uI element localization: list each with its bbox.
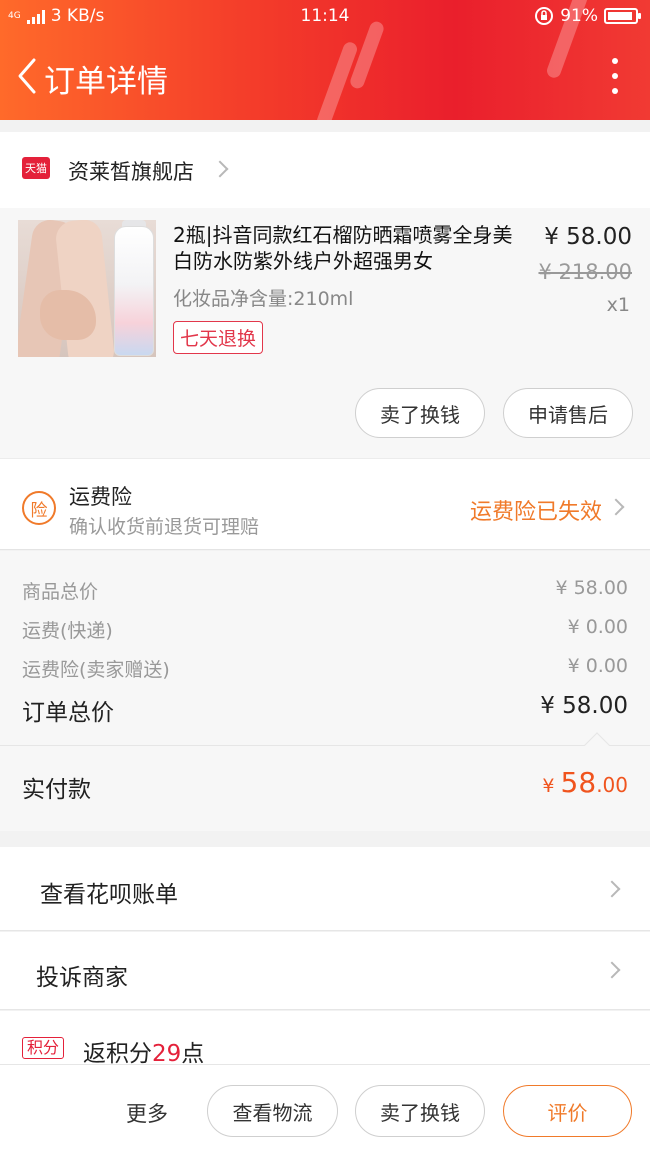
summary-row-shipping: 运费(快递) ¥ 0.00: [22, 616, 628, 643]
shipping-insurance-row[interactable]: 险 运费险 确认收货前退货可理赔 运费险已失效: [0, 458, 650, 550]
status-bar: 4G 3 KB/s 11:14 91%: [0, 0, 650, 34]
product-image[interactable]: [18, 220, 156, 357]
summary-value: ¥ 58.00: [555, 577, 628, 599]
app-header: 4G 3 KB/s 11:14 91% 订单详情: [0, 0, 650, 120]
view-huabei-bill-row[interactable]: 查看花呗账单: [0, 847, 650, 931]
paid-currency: ¥: [542, 775, 561, 797]
return-policy-badge: 七天退换: [173, 321, 264, 354]
store-row[interactable]: 天猫 资莱皙旗舰店: [0, 132, 650, 208]
order-total-value: ¥ 58.00: [540, 693, 628, 719]
chevron-right-icon: [211, 160, 229, 178]
chevron-right-icon: [603, 880, 621, 898]
sell-for-cash-button[interactable]: 卖了换钱: [355, 1085, 485, 1137]
price-summary: 商品总价 ¥ 58.00 运费(快递) ¥ 0.00 运费险(卖家赠送) ¥ 0…: [0, 551, 650, 745]
summary-row-total: 订单总价 ¥ 58.00: [22, 693, 628, 727]
summary-label: 运费(快递): [22, 620, 113, 642]
paid-amount: ¥ 58.00: [542, 766, 628, 799]
review-button[interactable]: 评价: [503, 1085, 632, 1137]
product-quantity: x1: [606, 294, 630, 316]
view-logistics-button[interactable]: 查看物流: [207, 1085, 338, 1137]
tmall-icon: 天猫: [22, 157, 50, 179]
paid-integer: 58: [560, 766, 597, 799]
summary-row-insurance: 运费险(卖家赠送) ¥ 0.00: [22, 655, 628, 682]
summary-label: 运费险(卖家赠送): [22, 659, 170, 681]
product-price: ¥ 58.00: [544, 224, 632, 250]
summary-label: 商品总价: [22, 581, 99, 603]
after-sale-button[interactable]: 申请售后: [503, 388, 633, 438]
sell-for-cash-button[interactable]: 卖了换钱: [355, 388, 485, 438]
product-card: 2瓶|抖音同款红石榴防晒霜喷雾全身美白防水防紫外线户外超强男女 化妆品净含量:2…: [0, 208, 650, 458]
bottom-action-bar: 更多 查看物流 卖了换钱 评价: [0, 1064, 650, 1155]
back-arrow-icon[interactable]: [12, 56, 48, 96]
summary-value: ¥ 0.00: [567, 616, 628, 638]
more-menu-icon[interactable]: [610, 58, 620, 94]
store-name[interactable]: 资莱皙旗舰店: [68, 156, 194, 186]
paid-decimal: .00: [596, 773, 628, 797]
battery-percent: 91%: [560, 6, 598, 26]
product-title[interactable]: 2瓶|抖音同款红石榴防晒霜喷雾全身美白防水防紫外线户外超强男女: [173, 222, 523, 274]
points-badge: 积分: [22, 1037, 65, 1059]
summary-row-subtotal: 商品总价 ¥ 58.00: [22, 577, 628, 604]
chevron-right-icon: [603, 961, 621, 979]
insurance-status[interactable]: 运费险已失效: [470, 494, 602, 526]
chevron-right-icon: [607, 498, 625, 516]
battery-icon: [604, 8, 641, 24]
product-spec: 化妆品净含量:210ml: [173, 288, 354, 310]
more-button[interactable]: 更多: [126, 1098, 168, 1128]
insurance-subtitle: 确认收货前退货可理赔: [69, 516, 260, 538]
insurance-icon: 险: [22, 491, 56, 525]
original-price: ¥ 218.00: [538, 260, 632, 284]
page-title: 订单详情: [44, 64, 168, 100]
paid-amount-row: 实付款 ¥ 58.00: [0, 732, 650, 831]
complain-merchant-row[interactable]: 投诉商家: [0, 932, 650, 1010]
paid-label: 实付款: [22, 777, 91, 803]
rotation-lock-icon: [535, 7, 554, 25]
nav-bar: 订单详情: [0, 36, 650, 118]
insurance-title: 运费险: [69, 485, 132, 509]
complain-merchant-label: 投诉商家: [36, 965, 128, 991]
points-reward: 返积分29点: [83, 1034, 204, 1068]
order-total-label: 订单总价: [22, 700, 114, 726]
view-huabei-bill-label: 查看花呗账单: [40, 882, 178, 908]
summary-value: ¥ 0.00: [567, 655, 628, 677]
